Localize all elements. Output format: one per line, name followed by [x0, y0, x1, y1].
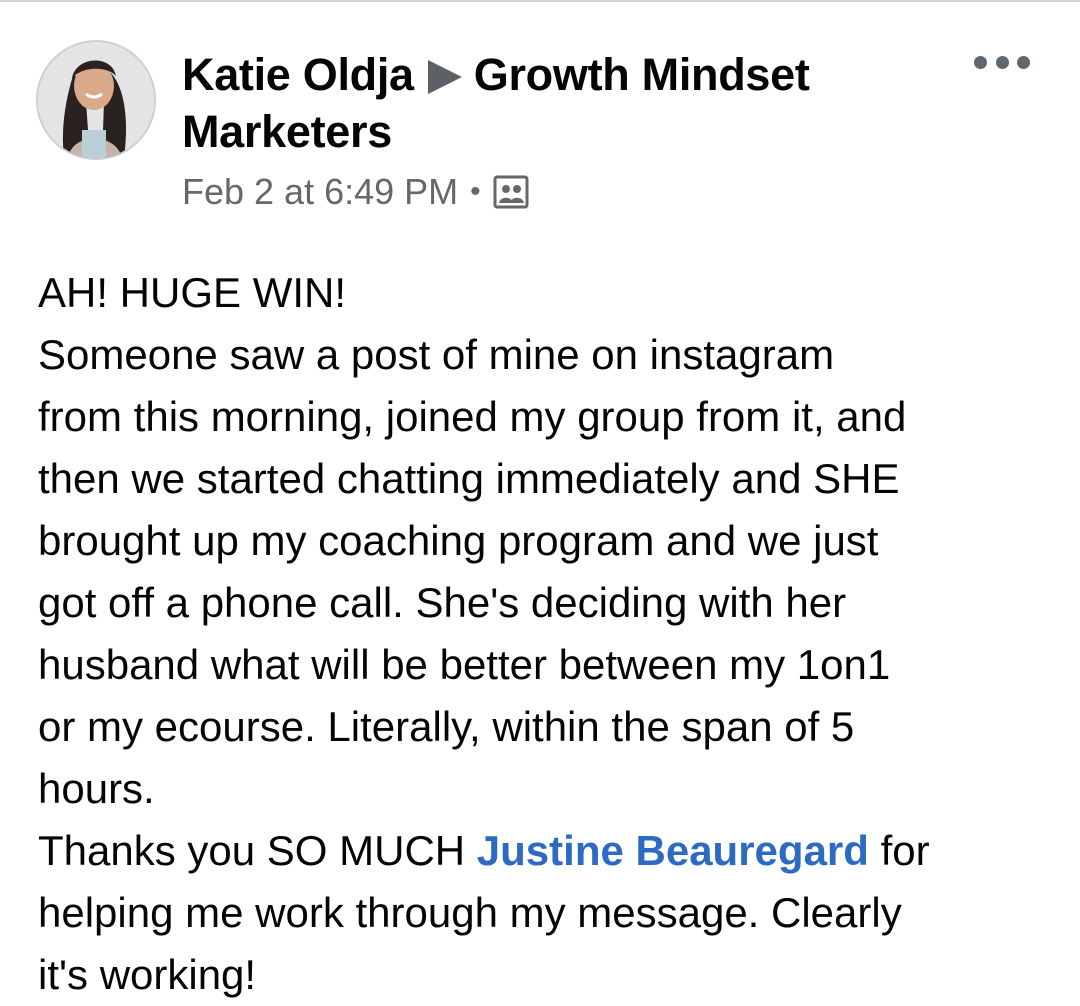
post-line: got off a phone call. She's deciding wit… — [38, 579, 847, 626]
post-line: helping me work through my message. Clea… — [38, 889, 902, 936]
meta-separator: • — [470, 175, 481, 208]
post-line: hours. — [38, 765, 155, 812]
post-thanks-line: Thanks you SO MUCH Justine Beauregard fo… — [38, 820, 1048, 882]
group-members-icon — [493, 174, 529, 210]
group-name-line1: Growth Mindset — [473, 49, 810, 100]
author-avatar[interactable] — [36, 40, 156, 160]
post-line: brought up my coaching program and we ju… — [38, 517, 879, 564]
thanks-prefix: Thanks you SO MUCH — [38, 827, 477, 874]
more-dot — [974, 55, 987, 69]
post-line: from this morning, joined my group from … — [38, 393, 907, 440]
more-dot — [995, 55, 1009, 69]
mention-link[interactable]: Justine Beauregard — [477, 827, 869, 874]
group-name-line2: Marketers — [182, 106, 392, 157]
more-options-icon[interactable] — [974, 50, 1030, 74]
post-line: AH! HUGE WIN! — [38, 269, 347, 316]
post-line: Someone saw a post of mine on instagram — [38, 331, 835, 378]
thanks-suffix: for — [868, 827, 930, 874]
post-line: or my ecourse. Literally, within the spa… — [38, 703, 855, 750]
post-meta: Feb 2 at 6:49 PM • — [182, 170, 529, 214]
post-line: husband what will be better between my 1… — [38, 641, 891, 688]
author-name-link[interactable]: Katie Oldja — [182, 49, 414, 100]
top-divider — [0, 0, 1080, 2]
more-dot — [1017, 55, 1030, 69]
post-line: it's working! — [38, 951, 257, 998]
post-line: then we started chatting immediately and… — [38, 455, 900, 502]
triangle-right-icon — [427, 60, 462, 94]
avatar-photo — [38, 42, 154, 158]
post-body: AH! HUGE WIN! Someone saw a post of mine… — [38, 262, 1048, 1006]
post-header-title: Katie Oldja Growth Mindset Marketers — [182, 46, 902, 160]
post-timestamp[interactable]: Feb 2 at 6:49 PM — [182, 170, 458, 214]
